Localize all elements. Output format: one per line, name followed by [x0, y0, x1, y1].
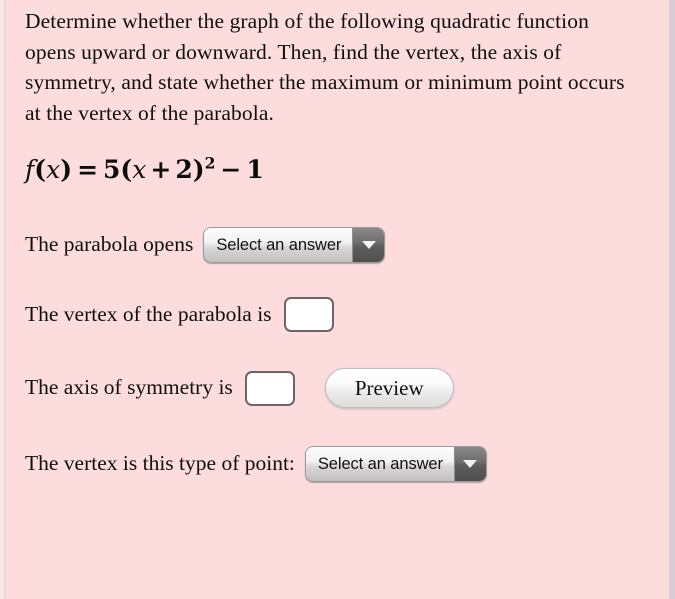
vertex-point-type-label: The vertex is this type of point: — [25, 451, 295, 476]
parabola-opens-select[interactable]: Select an answer — [203, 227, 386, 263]
equation-arg-open-paren: ( — [34, 155, 47, 184]
equation-leading-coefficient: 5 — [103, 155, 121, 184]
chevron-down-glyph — [361, 241, 376, 249]
equation-exponent: 2 — [204, 153, 216, 173]
equation-open-paren: ( — [120, 155, 133, 184]
equation-equals: = — [77, 155, 99, 184]
preview-button[interactable]: Preview — [324, 368, 454, 408]
chevron-down-icon[interactable] — [352, 228, 385, 262]
vertex-label: The vertex of the parabola is — [25, 301, 272, 326]
question-prompt: Determine whether the graph of the follo… — [25, 9, 625, 125]
vertex-point-type-select-value: Select an answer — [317, 454, 443, 473]
equation-function-name: f — [25, 155, 35, 184]
parabola-opens-label: The parabola opens — [25, 232, 194, 257]
parabola-opens-row: The parabola opens Select an answer — [25, 227, 659, 263]
chevron-down-icon[interactable] — [453, 447, 486, 481]
vertex-point-type-row: The vertex is this type of point: Select… — [25, 446, 659, 482]
question-content: Determine whether the graph of the follo… — [25, 6, 659, 482]
vertex-point-type-select[interactable]: Select an answer — [304, 446, 487, 482]
axis-of-symmetry-row: The axis of symmetry is Preview — [25, 368, 659, 408]
equation-variable: x — [46, 155, 61, 184]
quadratic-function-equation: f(x) = 5(x +2)2−1 — [25, 153, 659, 184]
worksheet-page: Determine whether the graph of the follo… — [0, 0, 675, 599]
axis-of-symmetry-label: The axis of symmetry is — [25, 375, 233, 400]
vertex-input[interactable] — [283, 297, 334, 332]
chevron-down-glyph — [463, 460, 478, 468]
equation-close-paren: ) — [192, 155, 205, 184]
equation-arg-close-paren: ) — [60, 155, 73, 184]
equation-inner-variable: x — [132, 155, 147, 184]
parabola-opens-select-value: Select an answer — [216, 235, 342, 254]
axis-of-symmetry-input[interactable] — [244, 370, 295, 406]
equation-trailing-operator: − — [220, 155, 242, 184]
equation-inner-operator: + — [150, 155, 172, 184]
equation-inner-constant: 2 — [175, 155, 193, 184]
vertex-row: The vertex of the parabola is — [25, 297, 659, 332]
equation-trailing-constant: 1 — [246, 155, 264, 184]
